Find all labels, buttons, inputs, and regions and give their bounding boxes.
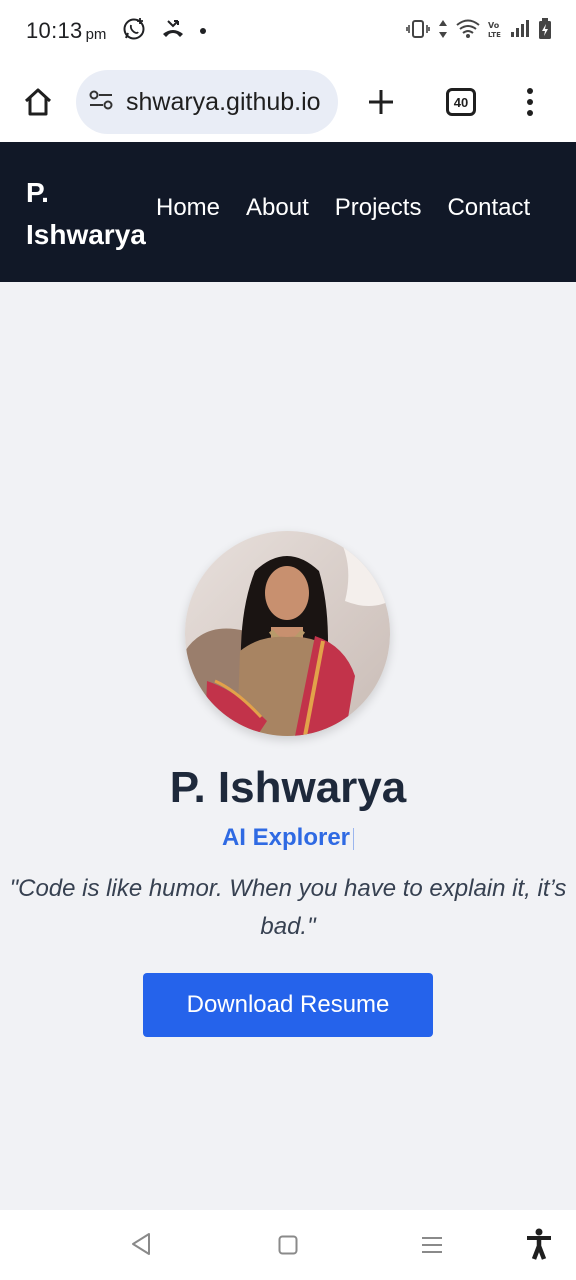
browser-toolbar: shwarya.github.io 40	[0, 62, 576, 142]
profile-name: P. Ishwarya	[169, 763, 407, 812]
notification-icons	[122, 17, 207, 46]
nav-link-projects[interactable]: Projects	[335, 194, 422, 222]
svg-text:Vo: Vo	[488, 21, 500, 30]
profile-photo	[185, 531, 390, 736]
profile-quote: "Code is like humor. When you have to ex…	[9, 875, 567, 940]
site-header: P. Ishwarya Home About Projects Contact	[0, 142, 576, 282]
system-nav-bar	[0, 1210, 576, 1280]
volte-icon: Vo LTE	[488, 19, 502, 44]
nav-link-about[interactable]: About	[246, 194, 309, 222]
profile-role: AI Explorer	[0, 824, 576, 852]
nav-link-home[interactable]: Home	[156, 194, 220, 222]
home-nav-icon[interactable]	[278, 1235, 298, 1260]
accessibility-icon[interactable]	[526, 1228, 552, 1265]
missed-call-icon	[160, 17, 186, 46]
role-text: AI Explorer	[221, 824, 351, 851]
address-bar[interactable]: shwarya.github.io	[76, 70, 338, 134]
system-icons: Vo LTE	[406, 17, 552, 45]
status-time: 10:13	[26, 18, 83, 43]
svg-text:LTE: LTE	[488, 31, 501, 39]
recents-icon[interactable]	[421, 1236, 443, 1259]
home-icon	[24, 88, 52, 116]
url-text[interactable]: shwarya.github.io	[126, 88, 321, 117]
whatsapp-icon	[122, 17, 146, 46]
tune-icon[interactable]	[88, 88, 114, 117]
tab-switcher-button[interactable]: 40	[446, 88, 476, 116]
new-tab-button[interactable]	[364, 85, 398, 119]
signal-icon	[510, 19, 530, 44]
more-vert-icon[interactable]	[524, 85, 536, 119]
battery-icon	[538, 17, 552, 45]
back-icon[interactable]	[130, 1232, 152, 1261]
more-notifications-dot	[200, 28, 207, 34]
typing-caret	[353, 827, 355, 850]
data-arrows-icon	[438, 18, 448, 45]
site-nav-links: Home About Projects Contact	[156, 194, 530, 222]
wifi-icon	[456, 19, 480, 44]
vibrate-icon	[406, 18, 430, 45]
site-brand[interactable]: P. Ishwarya	[26, 172, 166, 256]
status-bar: 10:13 pm Vo LTE	[0, 0, 576, 62]
status-time-suffix: pm	[85, 25, 107, 43]
download-resume-button[interactable]: Download Resume	[143, 973, 433, 1037]
plus-icon	[369, 90, 393, 114]
nav-link-contact[interactable]: Contact	[447, 194, 530, 222]
home-button[interactable]	[18, 82, 58, 122]
